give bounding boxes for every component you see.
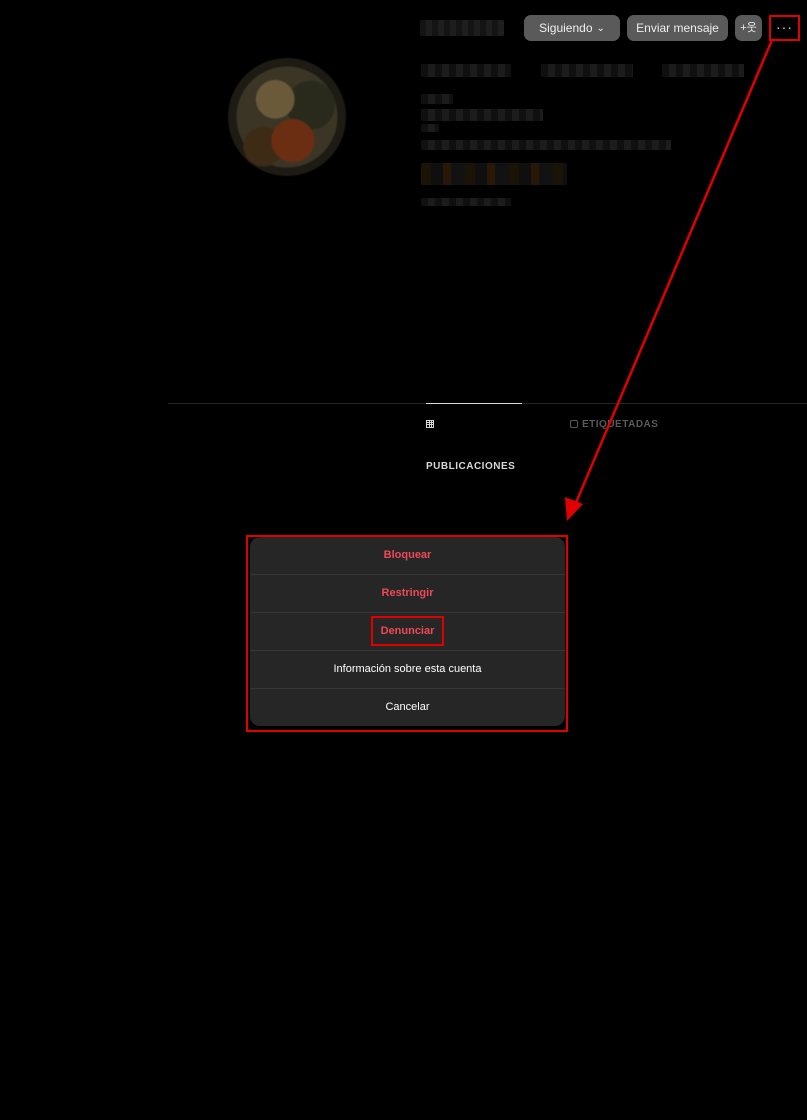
stat-followers-blurred[interactable] <box>541 64 633 77</box>
profile-page: Siguiendo ⌄ Enviar mensaje +웃 ··· PUBLICA… <box>0 0 807 1120</box>
more-options-button[interactable]: ··· <box>769 15 800 41</box>
send-message-label: Enviar mensaje <box>636 21 719 35</box>
annotation-highlight-box <box>246 535 568 732</box>
stat-following-blurred[interactable] <box>662 64 744 77</box>
tab-tagged-label: ETIQUETADAS <box>582 419 659 430</box>
bio-line-blurred <box>421 140 671 150</box>
add-user-label: +웃 <box>740 22 757 34</box>
bio-link-blurred[interactable] <box>421 198 511 206</box>
chevron-down-icon: ⌄ <box>596 23 605 34</box>
tab-posts-label: PUBLICACIONES <box>426 461 516 472</box>
tag-person-icon <box>570 420 578 428</box>
bio-line-blurred <box>421 94 453 104</box>
following-label: Siguiendo <box>539 21 593 35</box>
tab-tagged[interactable]: ETIQUETADAS <box>570 404 670 446</box>
grid-icon <box>426 420 434 428</box>
stat-posts-blurred <box>421 64 511 77</box>
bio-line-blurred <box>421 163 567 185</box>
avatar[interactable] <box>228 58 346 176</box>
more-options-icon: ··· <box>776 19 793 35</box>
bio-line-blurred <box>421 124 439 132</box>
add-user-icon[interactable]: +웃 <box>735 15 762 41</box>
send-message-button[interactable]: Enviar mensaje <box>627 15 728 41</box>
username-blurred <box>420 20 504 36</box>
bio-line-blurred <box>421 109 543 121</box>
tab-posts[interactable]: PUBLICACIONES <box>426 403 522 472</box>
following-button[interactable]: Siguiendo ⌄ <box>524 15 620 41</box>
